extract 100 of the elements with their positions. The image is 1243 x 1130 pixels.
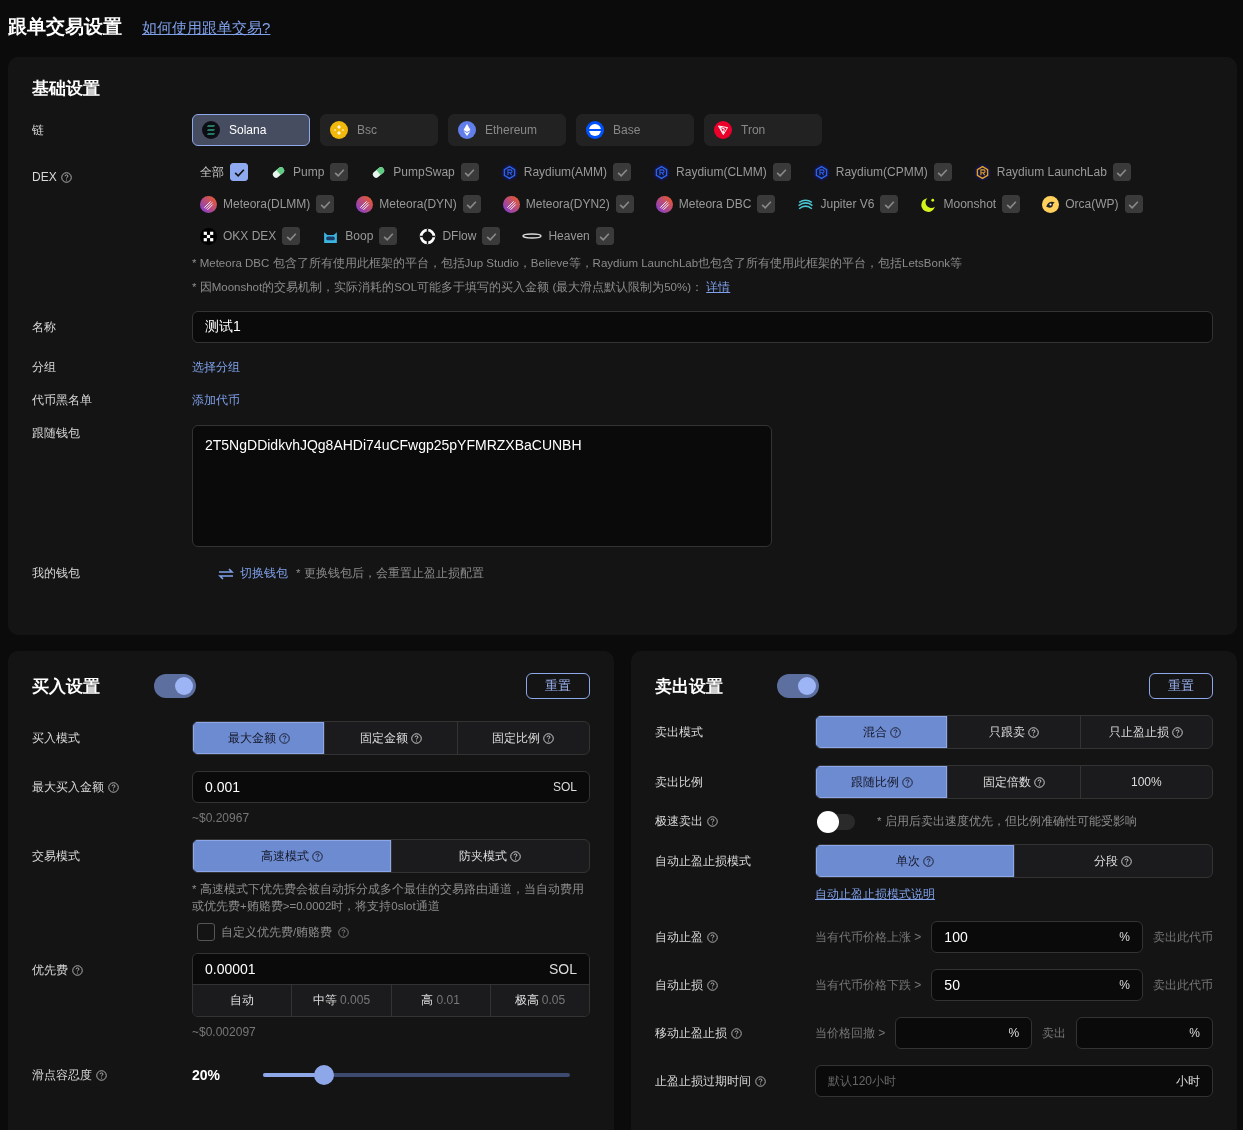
dex-label: Heaven <box>548 229 590 243</box>
checkbox-label: 自定义优先费/贿赂费 <box>221 924 333 940</box>
field-label: 自动止盈 <box>655 928 703 946</box>
help-icon[interactable] <box>889 726 901 738</box>
field-label: 优先费 <box>32 962 68 979</box>
mode-option[interactable]: 只跟卖 <box>947 716 1080 748</box>
mode-option[interactable]: 只止盈止损 <box>1079 716 1212 748</box>
field-label: 名称 <box>32 318 56 336</box>
coin-icon <box>330 121 348 139</box>
mode-option[interactable]: 固定比例 <box>456 722 589 754</box>
mode-option[interactable]: 高速模式 <box>193 840 391 872</box>
chain-option[interactable]: Tron <box>704 114 822 146</box>
mode-option[interactable]: 100% <box>1079 766 1212 798</box>
reset-button[interactable]: 重置 <box>1149 673 1213 699</box>
note-text: * 因Moonshot的交易机制，实际消耗的SOL可能多于填写的买入金额 (最大滑点默认限制为50%)： 详情 <box>192 280 732 295</box>
note-text: * 启用后卖出速度优先，但比例准确性可能受影响 <box>877 814 1137 829</box>
mode-option[interactable]: 固定倍数 <box>947 766 1080 798</box>
toggle-switch[interactable] <box>819 813 855 830</box>
amount-field[interactable]: 0.001 SOL <box>192 771 590 803</box>
select-group-link[interactable]: 选择分组 <box>192 358 1213 376</box>
percent-field[interactable]: % <box>895 1017 1033 1049</box>
field-label: 移动止盈止损 <box>655 1024 727 1042</box>
help-icon[interactable] <box>338 926 350 938</box>
mode-option[interactable]: 最大金额 <box>193 722 325 754</box>
details-link[interactable]: 详情 <box>706 281 731 293</box>
help-icon[interactable] <box>707 979 718 991</box>
switch-wallet-link[interactable]: 切换钱包 <box>218 565 288 582</box>
hours-field[interactable]: 默认120小时 小时 <box>815 1065 1213 1097</box>
stripes-icon <box>202 121 220 139</box>
slider-thumb[interactable] <box>314 1065 335 1085</box>
field-label: 卖出比例 <box>655 773 703 791</box>
help-icon[interactable] <box>311 850 323 862</box>
dex-label: Raydium LaunchLab <box>996 165 1107 179</box>
toggle-switch[interactable] <box>154 674 196 698</box>
field-label: 链 <box>32 121 44 139</box>
chain-option[interactable]: Bsc <box>320 114 438 146</box>
field-label: 卖出模式 <box>655 723 703 741</box>
note-text: * 更换钱包后，会重置止盈止损配置 <box>296 566 484 581</box>
dex-label: Jupiter V6 <box>820 197 875 211</box>
help-icon[interactable] <box>96 1069 107 1081</box>
ring-icon <box>419 227 437 245</box>
fee-preset[interactable]: 中等 0.005 <box>291 985 391 1016</box>
add-token-link[interactable]: 添加代币 <box>192 391 1213 409</box>
help-icon[interactable] <box>922 855 934 867</box>
circle-icon <box>586 121 604 139</box>
chain-option[interactable]: Solana <box>192 114 310 146</box>
dex-label: Raydium(CPMM) <box>835 165 928 179</box>
mode-option[interactable]: 分段 <box>1013 845 1212 877</box>
chain-option[interactable]: Base <box>576 114 694 146</box>
fee-preset[interactable]: 高 0.01 <box>390 985 490 1016</box>
dex-label: Boop <box>345 229 374 243</box>
fee-preset[interactable]: 极高 0.05 <box>489 985 589 1016</box>
toggle-switch[interactable] <box>777 674 819 698</box>
mode-option[interactable]: 固定金额 <box>324 722 457 754</box>
help-icon[interactable] <box>108 781 119 793</box>
dex-label: Raydium(AMM) <box>523 165 608 179</box>
name-field[interactable]: 测试1 <box>192 311 1213 343</box>
field-label: 滑点容忍度 <box>32 1066 92 1084</box>
dex-label: 全部 <box>200 163 224 181</box>
help-icon[interactable] <box>60 171 72 183</box>
percent-field[interactable]: 50 % <box>931 969 1143 1001</box>
percent-field[interactable]: 100 % <box>931 921 1143 953</box>
help-icon[interactable] <box>731 1027 742 1039</box>
orb-icon <box>356 195 374 213</box>
help-icon[interactable] <box>72 965 83 976</box>
field-label: 自动止损 <box>655 976 703 994</box>
help-icon[interactable] <box>278 732 290 744</box>
fee-preset[interactable]: 自动 <box>193 985 292 1016</box>
hexagon-icon <box>973 163 991 181</box>
orb-icon <box>655 195 673 213</box>
slider[interactable] <box>263 1065 570 1085</box>
field-label: 交易模式 <box>32 847 80 865</box>
mode-option[interactable]: 跟随比例 <box>816 766 948 798</box>
action-text: 卖出 <box>1042 1024 1067 1042</box>
orb-icon <box>502 195 520 213</box>
help-link[interactable]: 如何使用跟单交易? <box>142 19 271 38</box>
checkbox[interactable] <box>197 923 215 941</box>
percent-field[interactable]: % <box>1076 1017 1213 1049</box>
dex-label: Moonshot <box>943 197 997 211</box>
wallet-textarea[interactable]: 2T5NgDDidkvhJQg8AHDi74uCFwgp25pYFMRZXBaCUNBH <box>192 425 772 547</box>
mode-option[interactable]: 混合 <box>816 716 948 748</box>
reset-button[interactable]: 重置 <box>526 673 590 699</box>
chain-option[interactable]: Ethereum <box>448 114 566 146</box>
field-label: 分组 <box>32 358 56 376</box>
dex-label: Meteora(DYN2) <box>525 197 610 211</box>
condition-text: 当价格回撤 > <box>815 1024 886 1042</box>
explanation-link[interactable]: 自动止盈止损模式说明 <box>815 887 935 901</box>
help-icon[interactable] <box>901 776 913 788</box>
dex-label: Meteora(DYN) <box>379 197 457 211</box>
mode-option[interactable]: 防夹模式 <box>390 840 589 872</box>
usd-value: ~$0.002097 <box>192 1025 256 1039</box>
help-icon[interactable] <box>707 816 718 827</box>
help-icon[interactable] <box>707 931 718 943</box>
dex-label: PumpSwap <box>393 165 455 179</box>
section-title: 买入设置 <box>32 675 101 698</box>
fee-field[interactable]: 0.00001 SOL 自动 中等 0.005 高 0.01 极高 0.05 <box>192 953 590 1017</box>
help-icon[interactable] <box>755 1075 766 1087</box>
checkbox[interactable] <box>230 163 248 181</box>
action-text: 卖出此代币 <box>1153 928 1213 946</box>
mode-option[interactable]: 单次 <box>816 845 1014 877</box>
